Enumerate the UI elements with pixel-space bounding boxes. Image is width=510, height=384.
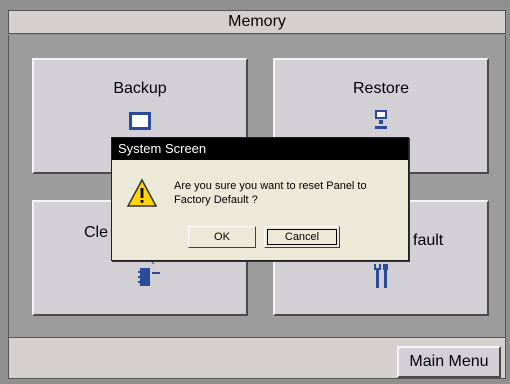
backup-label: Backup <box>113 80 167 97</box>
dialog-message-line2: Factory Default ? <box>174 194 258 206</box>
dialog-message-line1: Are you sure you want to reset Panel to <box>174 180 367 192</box>
warning-icon <box>126 178 158 207</box>
main-menu-button[interactable]: Main Menu <box>397 346 501 378</box>
cancel-button[interactable]: Cancel <box>264 226 340 248</box>
confirm-dialog: System Screen Are you sure you want to r… <box>111 137 409 261</box>
ok-button[interactable]: OK <box>188 226 256 248</box>
tools-icon <box>374 264 388 288</box>
dialog-title: System Screen <box>112 138 408 160</box>
screen-title: Memory <box>8 10 506 34</box>
restore-label: Restore <box>352 80 410 97</box>
clear-label: Cle <box>84 224 109 241</box>
download-icon <box>375 110 387 129</box>
dialog-message: Are you sure you want to reset Panel to … <box>174 179 402 207</box>
chip-clear-icon <box>138 258 160 286</box>
screen-icon <box>129 112 151 130</box>
factory-default-label-line2: fault <box>413 232 444 249</box>
